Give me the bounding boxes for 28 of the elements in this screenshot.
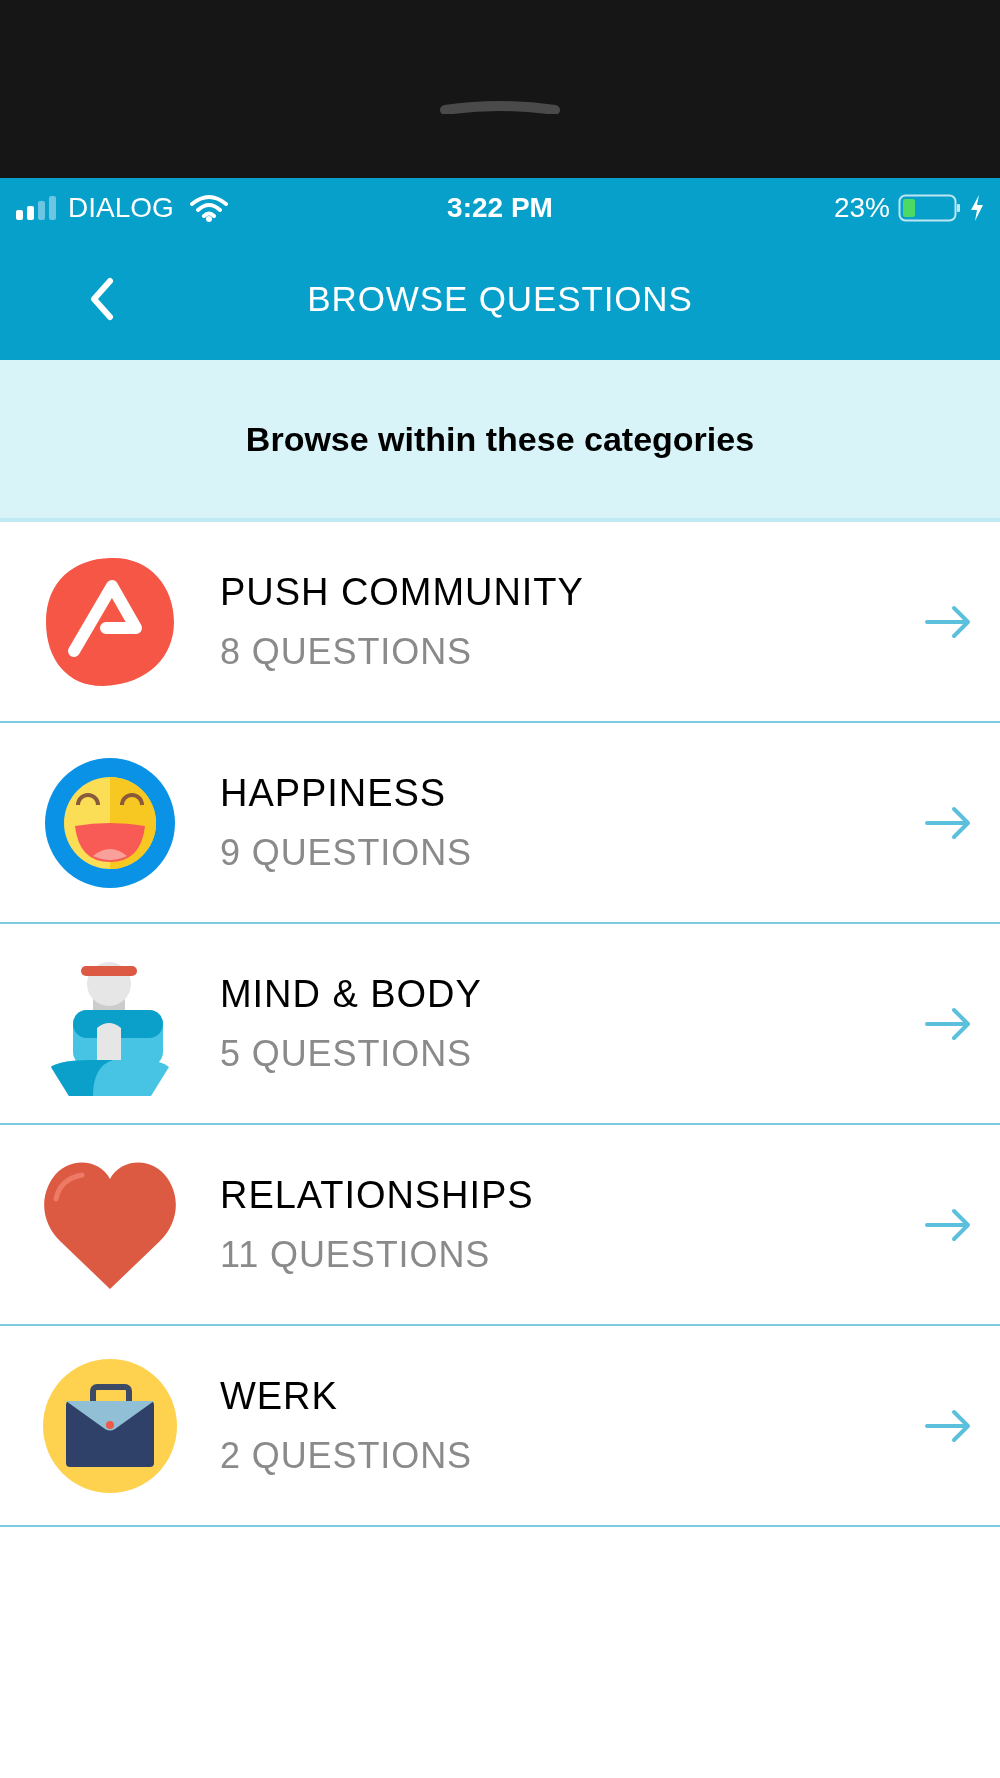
wifi-icon (189, 194, 228, 222)
notch-handle-icon (439, 100, 561, 114)
category-name: PUSH COMMUNITY (220, 570, 585, 615)
question-count: 8 QUESTIONS (220, 630, 473, 674)
smiley-icon (45, 757, 175, 888)
back-chevron-icon (90, 277, 114, 321)
page-title: BROWSE QUESTIONS (307, 277, 693, 320)
status-time: 3:22 PM (447, 191, 553, 225)
arrow-right-icon (924, 1408, 972, 1443)
arrow-right-icon (924, 1207, 972, 1242)
banner-text: Browse within these categories (245, 418, 755, 460)
battery-icon (898, 194, 962, 222)
question-count: 11 QUESTIONS (220, 1233, 492, 1277)
category-name: MIND & BODY (220, 972, 483, 1017)
arrow-right-icon (924, 1006, 972, 1041)
triangle-logo-icon (44, 555, 176, 688)
arrow-right-icon (924, 604, 972, 639)
question-count: 9 QUESTIONS (220, 831, 473, 875)
arrow-right-icon (924, 805, 972, 840)
question-count: 2 QUESTIONS (220, 1434, 473, 1478)
briefcase-icon (43, 1358, 177, 1493)
category-name: RELATIONSHIPS (220, 1173, 535, 1218)
carrier-name: DIALOG (68, 191, 174, 225)
battery-percent: 23% (833, 191, 890, 225)
question-count: 5 QUESTIONS (220, 1032, 473, 1076)
category-name: WERK (220, 1374, 339, 1419)
charging-bolt-icon (970, 195, 984, 221)
category-name: HAPPINESS (220, 771, 448, 816)
